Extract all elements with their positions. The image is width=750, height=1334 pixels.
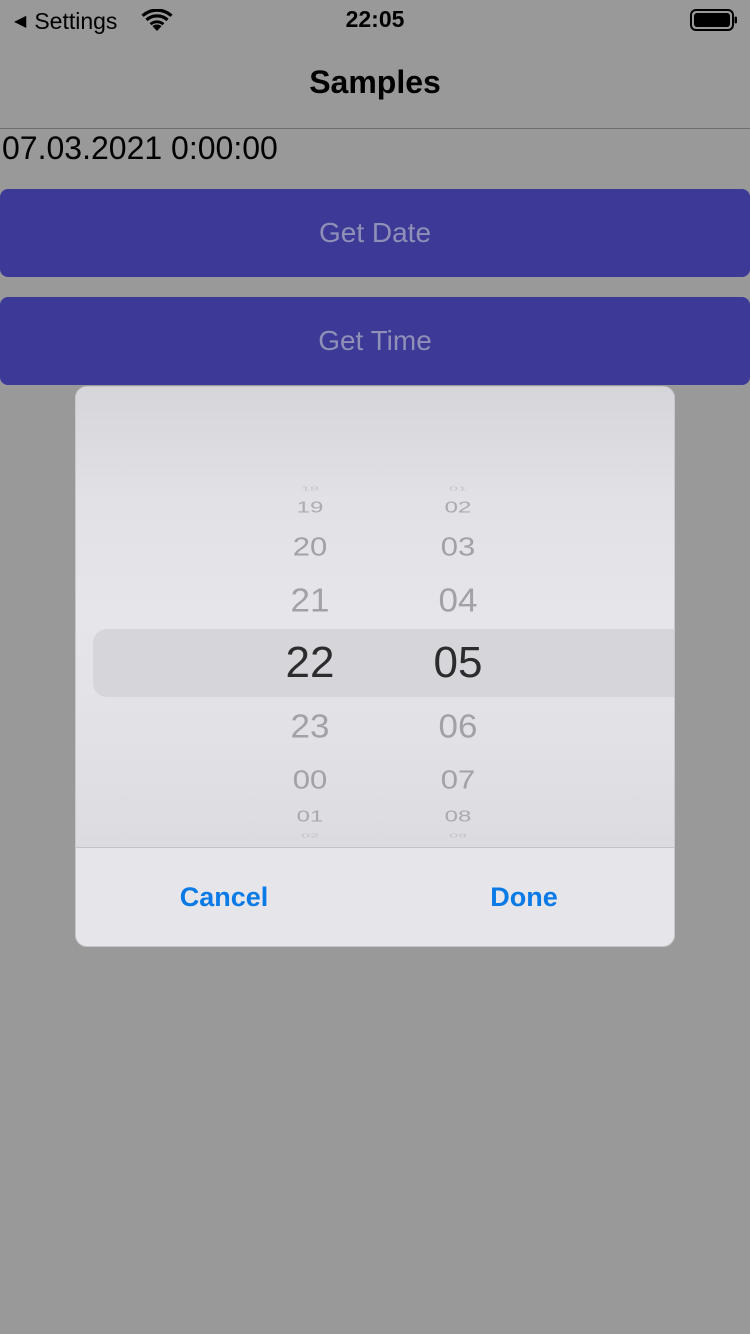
- hour-option-20[interactable]: 20: [250, 533, 370, 559]
- minute-option-01[interactable]: 01: [398, 486, 518, 492]
- cancel-button[interactable]: Cancel: [124, 867, 324, 927]
- picker-selection-band: [93, 629, 674, 697]
- hour-option-00[interactable]: 00: [250, 766, 370, 792]
- hour-option-23[interactable]: 23: [250, 709, 370, 742]
- hour-option-21[interactable]: 21: [250, 583, 370, 616]
- minute-option-07[interactable]: 07: [398, 766, 518, 792]
- selected-date-label: 07.03.2021 0:00:00: [2, 130, 278, 166]
- navigation-bar: Samples: [0, 40, 750, 129]
- minute-option-03[interactable]: 03: [398, 533, 518, 559]
- battery-icon: [690, 9, 737, 31]
- time-picker-wheel[interactable]: 18 19 20 21 22 23 00 01 02 01 02 03 04 05 06 07 08 09: [76, 387, 674, 847]
- get-date-button[interactable]: Get Date: [0, 189, 750, 277]
- time-picker-dialog: 18 19 20 21 22 23 00 01 02 01 02 03 04 05 06 07 08 09 Ca…: [75, 386, 675, 947]
- minute-option-06[interactable]: 06: [398, 709, 518, 742]
- minute-option-04[interactable]: 04: [398, 583, 518, 616]
- minute-option-09[interactable]: 09: [398, 833, 518, 839]
- hour-option-19[interactable]: 19: [250, 500, 370, 516]
- status-time: 22:05: [345, 6, 405, 32]
- minute-option-02[interactable]: 02: [398, 500, 518, 516]
- status-bar: ◀ Settings 22:05: [0, 0, 750, 40]
- minute-option-08[interactable]: 08: [398, 809, 518, 825]
- hour-option-02[interactable]: 02: [250, 833, 370, 839]
- done-button[interactable]: Done: [424, 867, 624, 927]
- page-title: Samples: [309, 64, 441, 100]
- hour-option-22[interactable]: 22: [250, 641, 370, 685]
- minute-wheel[interactable]: 01 02 03 04 05 06 07 08 09: [398, 387, 518, 847]
- minute-option-05[interactable]: 05: [398, 641, 518, 685]
- hour-option-01[interactable]: 01: [250, 809, 370, 825]
- hour-option-18[interactable]: 18: [250, 486, 370, 492]
- hour-wheel[interactable]: 18 19 20 21 22 23 00 01 02: [250, 387, 370, 847]
- dialog-divider: [76, 847, 674, 848]
- get-time-button[interactable]: Get Time: [0, 297, 750, 385]
